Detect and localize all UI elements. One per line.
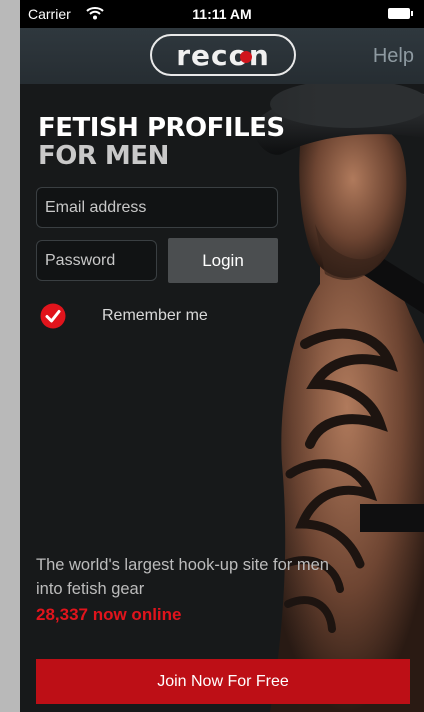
app-screen: Carrier 11:11 AM recon Help FETISH PROFI… [20, 0, 424, 712]
help-link[interactable]: Help [373, 45, 414, 68]
email-placeholder: Email address [45, 199, 147, 216]
checkmark-circle-icon[interactable] [40, 303, 66, 329]
online-count: 28,337 now online [36, 605, 182, 624]
remember-me-label: Remember me [102, 307, 208, 324]
page-title: FETISH PROFILES FOR MEN [38, 114, 285, 170]
email-field[interactable]: Email address [36, 187, 278, 228]
headline-line-2: FOR MEN [38, 141, 169, 171]
tagline-text: The world's largest hook-up site for men… [36, 556, 329, 598]
join-now-button[interactable]: Join Now For Free [36, 659, 410, 704]
status-bar: Carrier 11:11 AM [20, 0, 424, 28]
navigation-bar: recon Help [20, 28, 424, 84]
recon-logo: recon [150, 34, 296, 76]
password-field[interactable]: Password [36, 240, 157, 281]
headline-line-1: FETISH PROFILES [38, 113, 285, 143]
status-time: 11:11 AM [192, 6, 252, 22]
password-placeholder: Password [45, 252, 116, 269]
login-button[interactable]: Login [168, 238, 278, 283]
logo-text: recon [176, 39, 270, 72]
battery-icon [388, 8, 414, 19]
